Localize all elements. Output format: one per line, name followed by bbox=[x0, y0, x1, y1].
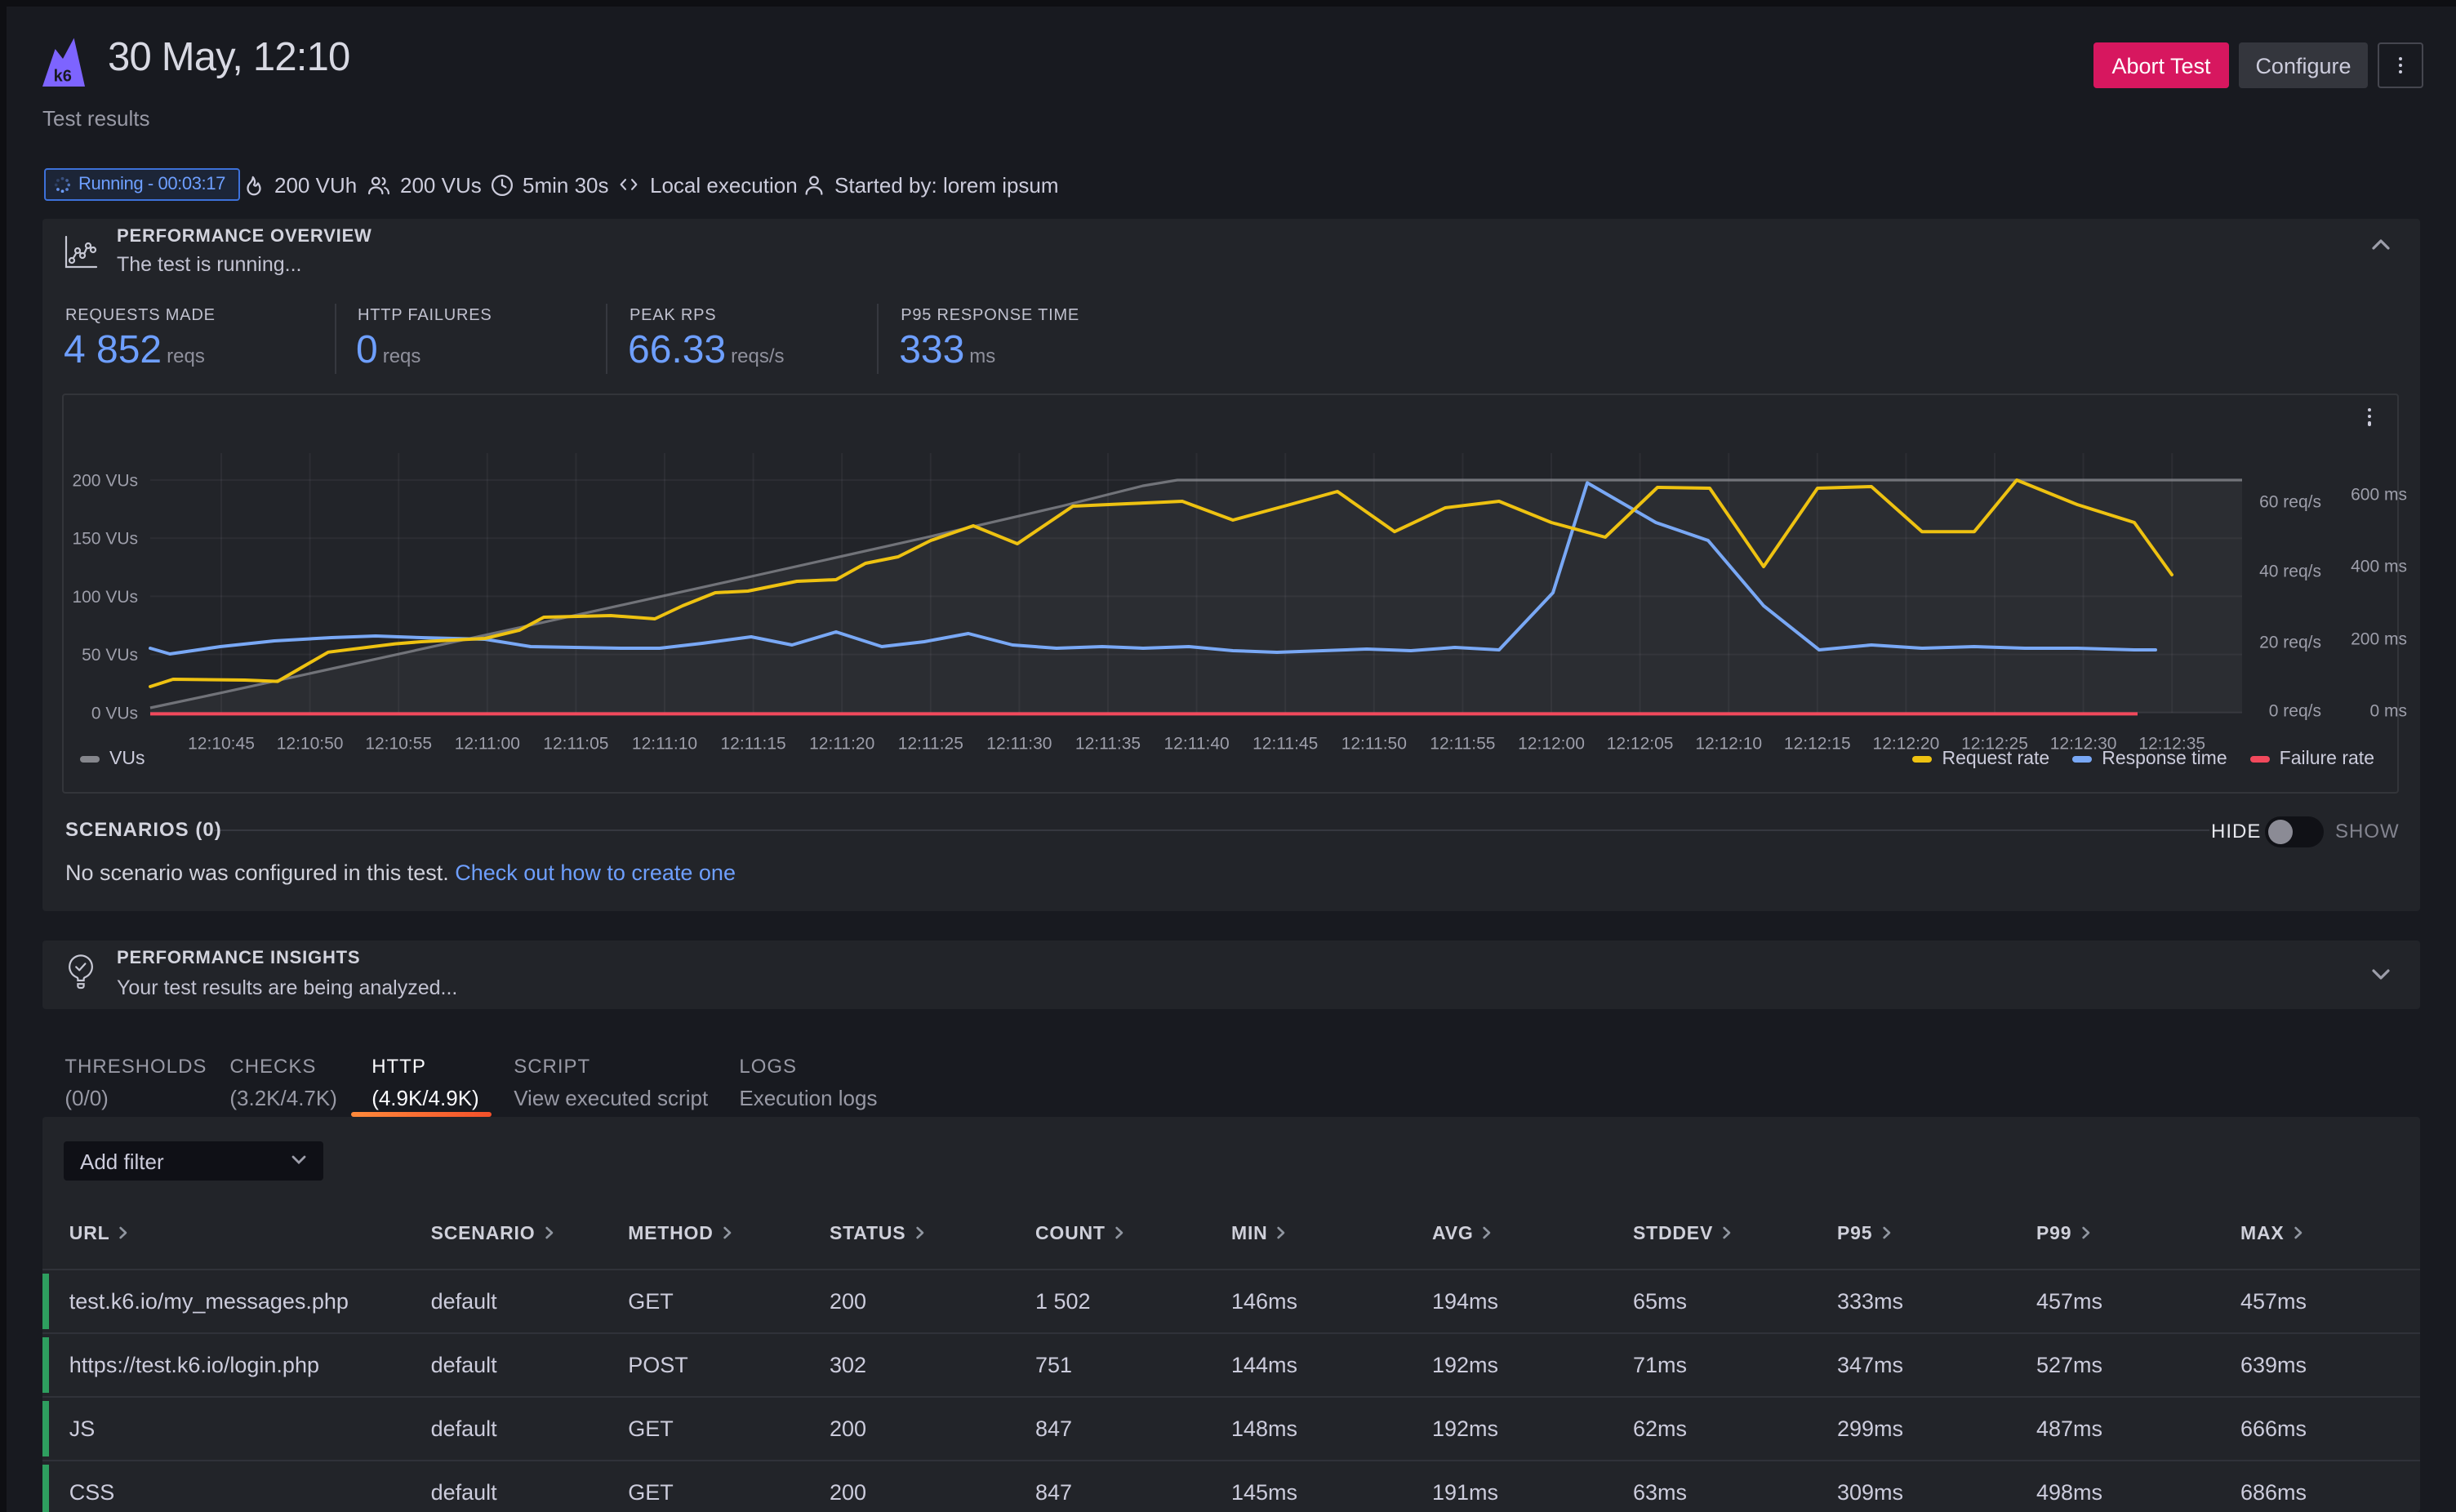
svg-text:12:11:00: 12:11:00 bbox=[455, 735, 520, 754]
svg-text:12:11:45: 12:11:45 bbox=[1252, 735, 1318, 754]
svg-text:12:11:15: 12:11:15 bbox=[721, 735, 786, 754]
svg-text:400 ms: 400 ms bbox=[2351, 558, 2407, 576]
svg-text:100 VUs: 100 VUs bbox=[72, 588, 138, 607]
svg-text:12:11:50: 12:11:50 bbox=[1341, 735, 1407, 754]
svg-text:0 VUs: 0 VUs bbox=[91, 704, 138, 723]
svg-text:600 ms: 600 ms bbox=[2351, 486, 2407, 505]
svg-text:40 req/s: 40 req/s bbox=[2259, 563, 2321, 581]
svg-text:k6: k6 bbox=[54, 68, 72, 86]
svg-text:12:10:45: 12:10:45 bbox=[188, 735, 255, 754]
svg-text:12:12:10: 12:12:10 bbox=[1695, 735, 1762, 754]
svg-text:50 VUs: 50 VUs bbox=[82, 646, 138, 665]
svg-text:20 req/s: 20 req/s bbox=[2259, 634, 2321, 652]
svg-text:12:10:50: 12:10:50 bbox=[277, 735, 344, 754]
svg-text:12:11:10: 12:11:10 bbox=[632, 735, 697, 754]
svg-text:12:10:55: 12:10:55 bbox=[365, 735, 432, 754]
svg-text:12:11:30: 12:11:30 bbox=[986, 735, 1052, 754]
svg-text:0 req/s: 0 req/s bbox=[2269, 702, 2321, 721]
svg-text:200 ms: 200 ms bbox=[2351, 630, 2407, 649]
svg-text:12:12:00: 12:12:00 bbox=[1518, 735, 1585, 754]
svg-text:12:11:25: 12:11:25 bbox=[898, 735, 963, 754]
svg-text:12:12:05: 12:12:05 bbox=[1607, 735, 1674, 754]
svg-text:12:11:40: 12:11:40 bbox=[1164, 735, 1230, 754]
svg-text:150 VUs: 150 VUs bbox=[72, 530, 138, 549]
svg-text:12:12:15: 12:12:15 bbox=[1784, 735, 1851, 754]
svg-text:12:11:05: 12:11:05 bbox=[543, 735, 608, 754]
svg-text:12:11:20: 12:11:20 bbox=[809, 735, 874, 754]
svg-text:200 VUs: 200 VUs bbox=[72, 472, 138, 491]
svg-text:12:11:55: 12:11:55 bbox=[1430, 735, 1495, 754]
svg-text:0 ms: 0 ms bbox=[2369, 702, 2407, 721]
svg-text:60 req/s: 60 req/s bbox=[2259, 493, 2321, 512]
svg-text:12:11:35: 12:11:35 bbox=[1075, 735, 1141, 754]
